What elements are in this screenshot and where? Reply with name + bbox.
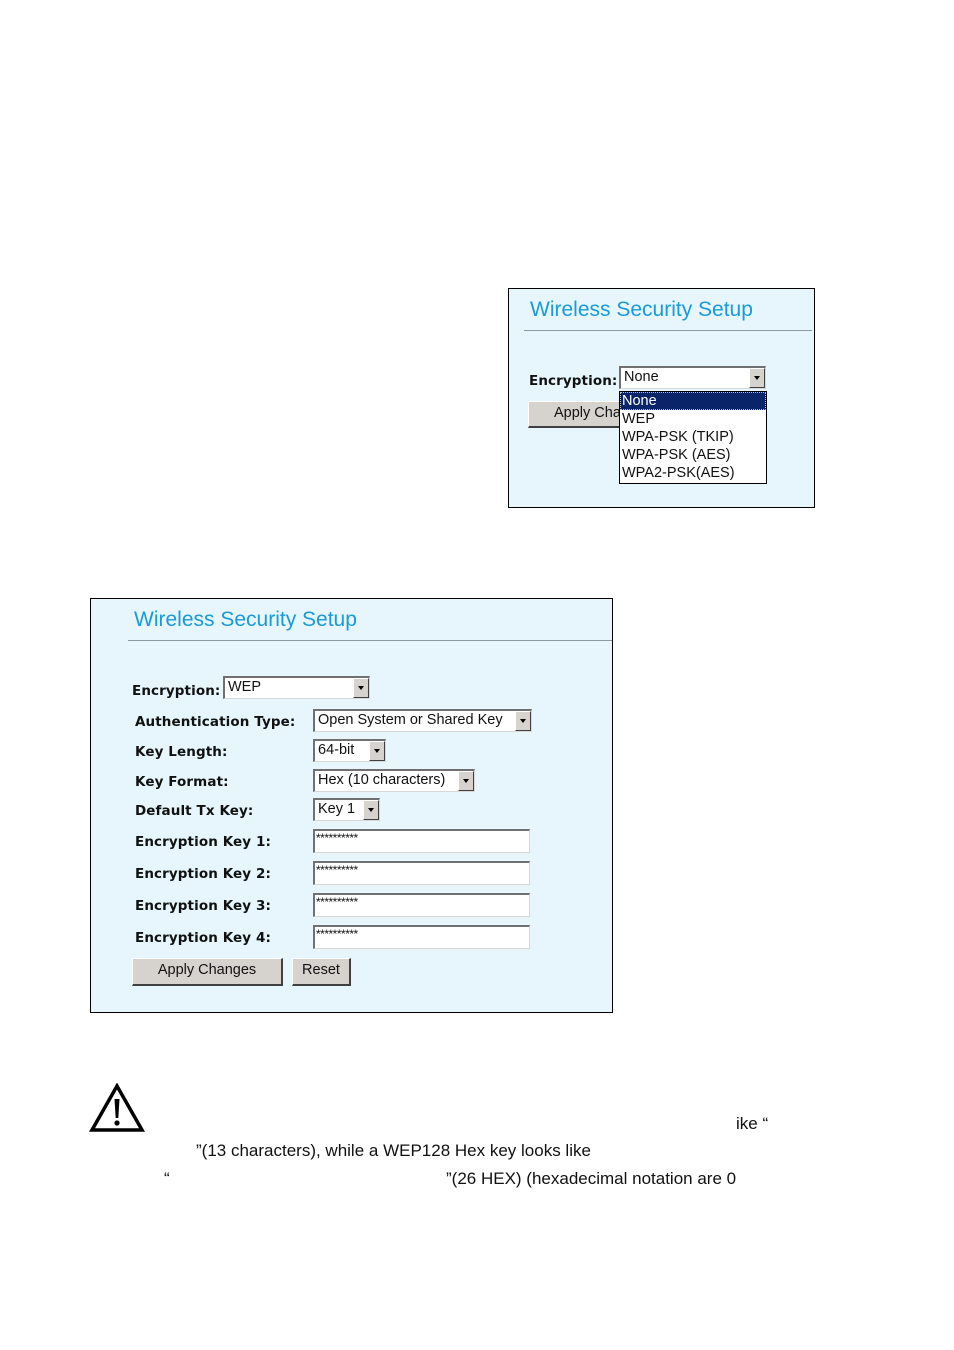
key-format-select[interactable]: Hex (10 characters): [313, 769, 475, 792]
key-format-value: Hex (10 characters): [318, 772, 446, 788]
panel-title: Wireless Security Setup: [134, 608, 357, 631]
chevron-down-icon[interactable]: [515, 711, 531, 731]
note-line-2: ”(13 characters), while a WEP128 Hex key…: [196, 1141, 591, 1160]
default-tx-key-label: Default Tx Key:: [135, 803, 254, 819]
note-line-3-open-quote: “: [164, 1169, 170, 1188]
option-wpa-psk-aes[interactable]: WPA-PSK (AES): [620, 446, 766, 464]
encryption-key-3-input[interactable]: **********: [313, 893, 530, 917]
authentication-type-label: Authentication Type:: [135, 714, 296, 730]
default-tx-key-value: Key 1: [318, 801, 356, 817]
default-tx-key-select[interactable]: Key 1: [313, 798, 380, 821]
encryption-dropdown-screenshot: Wireless Security Setup Encryption: Appl…: [508, 288, 815, 508]
chevron-down-icon[interactable]: [353, 678, 369, 698]
warning-icon: [88, 1082, 146, 1138]
key-length-label: Key Length:: [135, 744, 228, 760]
encryption-key-2-value: **********: [316, 863, 358, 877]
panel-title: Wireless Security Setup: [530, 298, 753, 321]
key-length-select[interactable]: 64-bit: [313, 739, 386, 762]
title-divider: [128, 640, 612, 641]
encryption-key-2-label: Encryption Key 2:: [135, 866, 271, 882]
encryption-select-value: WEP: [228, 679, 262, 695]
encryption-label: Encryption:: [529, 373, 618, 389]
key-format-label: Key Format:: [135, 774, 229, 790]
note-line-3: ”(26 HEX) (hexadecimal notation are 0: [446, 1169, 737, 1188]
encryption-key-2-input[interactable]: **********: [313, 861, 530, 885]
chevron-down-icon[interactable]: [749, 368, 765, 388]
encryption-key-4-value: **********: [316, 927, 358, 941]
chevron-down-icon[interactable]: [363, 800, 379, 820]
encryption-options-list[interactable]: None WEP WPA-PSK (TKIP) WPA-PSK (AES) WP…: [619, 391, 767, 484]
authentication-type-value: Open System or Shared Key: [318, 712, 503, 728]
option-none[interactable]: None: [620, 392, 766, 410]
encryption-key-1-input[interactable]: **********: [313, 829, 530, 853]
encryption-select[interactable]: None: [619, 366, 766, 389]
key-length-value: 64-bit: [318, 742, 355, 758]
authentication-type-select[interactable]: Open System or Shared Key: [313, 709, 532, 732]
encryption-select[interactable]: WEP: [223, 676, 370, 699]
reset-button[interactable]: Reset: [292, 958, 351, 986]
encryption-key-1-value: **********: [316, 831, 358, 845]
apply-changes-button[interactable]: Apply Changes: [132, 958, 283, 986]
option-wep[interactable]: WEP: [620, 410, 766, 428]
chevron-down-icon[interactable]: [458, 771, 474, 791]
encryption-key-4-input[interactable]: **********: [313, 925, 530, 949]
title-divider: [524, 330, 812, 331]
encryption-key-1-label: Encryption Key 1:: [135, 834, 271, 850]
encryption-select-value: None: [624, 369, 659, 385]
encryption-key-4-label: Encryption Key 4:: [135, 930, 271, 946]
option-wpa-psk-tkip[interactable]: WPA-PSK (TKIP): [620, 428, 766, 446]
apply-changes-label: Apply Cha: [554, 405, 621, 421]
wep-settings-screenshot: Wireless Security Setup Encryption: WEP …: [90, 598, 613, 1013]
encryption-key-3-value: **********: [316, 895, 358, 909]
note-line-1: ike “: [736, 1114, 769, 1133]
chevron-down-icon[interactable]: [369, 741, 385, 761]
encryption-key-3-label: Encryption Key 3:: [135, 898, 271, 914]
option-wpa2-psk-aes[interactable]: WPA2-PSK(AES): [620, 464, 766, 482]
encryption-label: Encryption:: [132, 683, 221, 699]
